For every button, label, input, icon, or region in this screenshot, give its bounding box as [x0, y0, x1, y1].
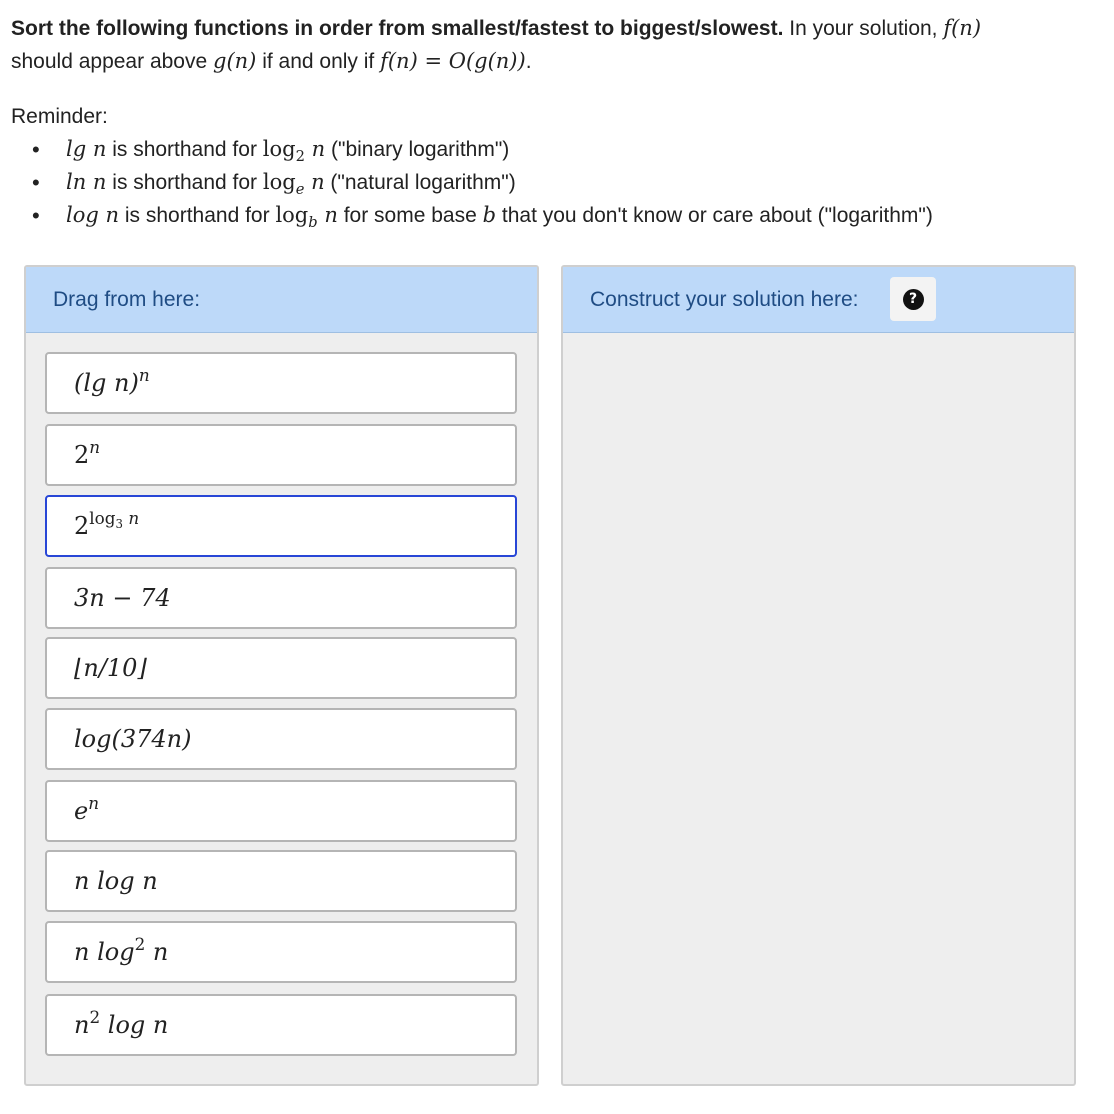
solution-panel[interactable]: Construct your solution here: ? — [561, 265, 1076, 1086]
drag-panel-header: Drag from here: — [26, 267, 537, 333]
prompt-part3: if and only if — [256, 50, 381, 73]
reminder-math-var: n — [317, 203, 338, 227]
item-sup: n — [89, 436, 101, 457]
drag-panel[interactable]: Drag from here: (lg n)n 2n 2log3 n 3n − … — [24, 265, 539, 1086]
draggable-item-n-log-n[interactable]: n log n — [45, 850, 517, 912]
draggable-item-e-pow-n[interactable]: en — [45, 780, 517, 842]
reminder-text: ("binary logarithm") — [325, 138, 510, 161]
item-pre: n — [74, 1011, 90, 1039]
prompt-bold: Sort the following functions in order fr… — [11, 17, 784, 40]
reminder-math-log: log — [262, 137, 296, 161]
question-circle-icon: ? — [902, 288, 924, 310]
prompt-f-n: f(n) — [943, 16, 982, 40]
reminder-title: Reminder: — [11, 105, 108, 128]
item-base: 2 — [74, 441, 90, 469]
reminder-math-sub: b — [308, 214, 318, 232]
item-sup-tail: n — [122, 507, 140, 528]
draggable-item-log-374n[interactable]: log(374n) — [45, 708, 517, 770]
reminder-math-log: log — [275, 203, 309, 227]
reminder-text: ("natural logarithm") — [324, 171, 516, 194]
prompt-part1: In your solution, — [783, 17, 944, 40]
reminder-item-log: log n is shorthand for logb n for some b… — [30, 199, 933, 232]
reminder-math-log-short: log n — [66, 203, 120, 227]
prompt-relation: f(n) = O(g(n)) — [380, 49, 526, 73]
reminder-text: for some base — [337, 204, 483, 227]
draggable-item-floor-n-10[interactable]: ⌊n/10⌋ — [45, 637, 517, 699]
item-sup-sub: 3 — [115, 517, 123, 532]
reminder-math-lg: lg n — [66, 137, 107, 161]
item-base: e — [74, 797, 89, 825]
item-base: 2 — [74, 512, 90, 540]
item-sup: log — [89, 507, 116, 528]
solution-panel-header: Construct your solution here: ? — [563, 267, 1074, 333]
reminder-list: lg n is shorthand for log2 n ("binary lo… — [30, 133, 933, 232]
solution-panel-title: Construct your solution here: — [590, 288, 859, 311]
reminder-math-log: log — [262, 170, 296, 194]
reminder-math-var: n — [304, 137, 326, 161]
reminder-item-natural-log: ln n is shorthand for loge n ("natural l… — [30, 166, 933, 199]
reminder-math-sub: 2 — [295, 148, 305, 166]
reminder-math-ln: ln n — [66, 170, 107, 194]
draggable-item-2-pow-n[interactable]: 2n — [45, 424, 517, 486]
help-button[interactable]: ? — [890, 277, 936, 321]
reminder-text: is shorthand for — [119, 204, 276, 227]
draggable-item-2-pow-log3-n[interactable]: 2log3 n — [45, 495, 517, 557]
reminder-math-base: b — [482, 203, 497, 227]
prompt-text: Sort the following functions in order fr… — [11, 12, 1091, 78]
prompt-part4: . — [525, 50, 532, 73]
reminder-text: is shorthand for — [106, 171, 263, 194]
item-post: n — [145, 938, 169, 966]
reminder-text: that you don't know or care about ("loga… — [496, 204, 933, 227]
item-base: (lg n) — [74, 369, 139, 397]
item-sup: n — [138, 364, 150, 385]
prompt-g-n: g(n) — [213, 49, 257, 73]
item-sup: n — [88, 792, 100, 813]
draggable-item-n2-log-n[interactable]: n2 log n — [45, 994, 517, 1056]
item-sup: 2 — [89, 1006, 101, 1027]
item-post: log n — [100, 1011, 169, 1039]
draggable-item-lgn-pow-n[interactable]: (lg n)n — [45, 352, 517, 414]
draggable-item-n-log2-n[interactable]: n log2 n — [45, 921, 517, 983]
item-sup: 2 — [134, 933, 146, 954]
reminder-item-binary-log: lg n is shorthand for log2 n ("binary lo… — [30, 133, 933, 166]
prompt-part2: should appear above — [11, 50, 213, 73]
reminder-math-var: n — [304, 170, 325, 194]
item-pre: n log — [74, 938, 135, 966]
reminder-text: is shorthand for — [106, 138, 263, 161]
draggable-item-3n-minus-74[interactable]: 3n − 74 — [45, 567, 517, 629]
